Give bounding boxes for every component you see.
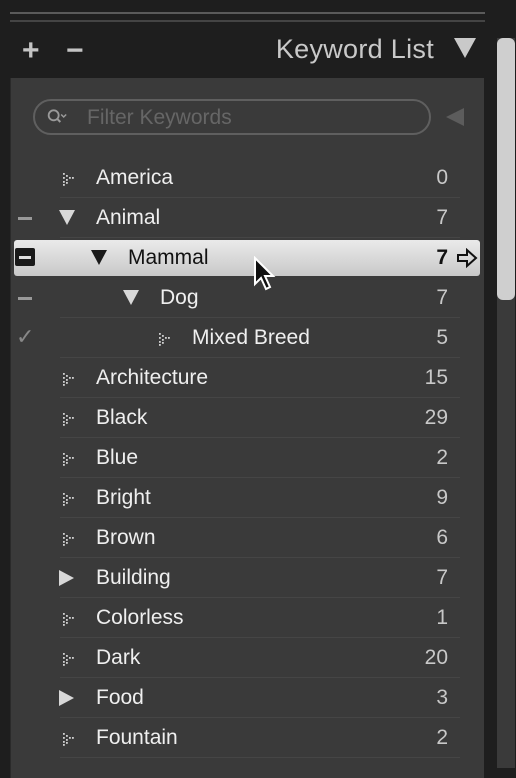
keyword-row-black[interactable]: Black 29 bbox=[0, 398, 490, 438]
keyword-name: Fountain bbox=[96, 726, 178, 749]
top-divider bbox=[10, 12, 485, 22]
keyword-tag-icon bbox=[159, 333, 170, 346]
expand-triangle-down-icon[interactable] bbox=[91, 250, 107, 265]
implied-keyword-minus-icon[interactable] bbox=[18, 217, 32, 220]
keyword-name: Blue bbox=[96, 446, 139, 469]
implied-keyword-minus-icon[interactable] bbox=[18, 297, 32, 300]
collapse-panel-icon[interactable] bbox=[446, 108, 464, 126]
keyword-count: 7 bbox=[436, 566, 448, 589]
keyword-name: Dog bbox=[160, 286, 199, 309]
keyword-name: America bbox=[96, 166, 174, 189]
expand-triangle-right-icon[interactable] bbox=[59, 570, 74, 586]
panel-title: Keyword List bbox=[275, 34, 434, 64]
keyword-row-blue[interactable]: Blue 2 bbox=[0, 438, 490, 478]
expand-triangle-down-icon[interactable] bbox=[123, 290, 139, 305]
keyword-tag-icon bbox=[63, 733, 74, 746]
keyword-tag-icon bbox=[63, 493, 74, 506]
keyword-count: 3 bbox=[436, 686, 448, 709]
filter-keywords-input[interactable] bbox=[85, 104, 419, 132]
keyword-row-america[interactable]: America 0 bbox=[0, 158, 490, 198]
keyword-name: Black bbox=[96, 406, 148, 429]
keyword-name: Dark bbox=[96, 646, 141, 669]
filter-keywords-search[interactable] bbox=[33, 99, 431, 135]
go-to-photos-arrow-icon[interactable] bbox=[456, 248, 478, 268]
keyword-count: 2 bbox=[436, 446, 448, 469]
keyword-row-colorless[interactable]: Colorless 1 bbox=[0, 598, 490, 638]
keyword-count: 9 bbox=[436, 486, 448, 509]
keyword-tag-icon bbox=[63, 173, 74, 186]
keyword-row-fountain[interactable]: Fountain 2 bbox=[0, 718, 490, 758]
keyword-name: Mixed Breed bbox=[192, 326, 310, 349]
keyword-name: Building bbox=[96, 566, 171, 589]
keyword-name: Bright bbox=[96, 486, 151, 509]
search-icon[interactable] bbox=[47, 107, 67, 127]
keyword-count: 6 bbox=[436, 526, 448, 549]
keyword-row-food[interactable]: Food 3 bbox=[0, 678, 490, 718]
keyword-count: 5 bbox=[436, 326, 448, 349]
keyword-name: Mammal bbox=[128, 246, 209, 269]
keyword-row-architecture[interactable]: Architecture 15 bbox=[0, 358, 490, 398]
keyword-row-mixed-breed[interactable]: ✓ Mixed Breed 5 bbox=[0, 318, 490, 358]
keyword-row-building[interactable]: Building 7 bbox=[0, 558, 490, 598]
keyword-count: 7 bbox=[436, 246, 448, 269]
keyword-count: 7 bbox=[436, 206, 448, 229]
expand-triangle-right-icon[interactable] bbox=[59, 690, 74, 706]
selected-row-highlight bbox=[14, 240, 480, 276]
keyword-tag-icon bbox=[63, 453, 74, 466]
keyword-tag-icon bbox=[63, 413, 74, 426]
keyword-name: Brown bbox=[96, 526, 156, 549]
keyword-row-brown[interactable]: Brown 6 bbox=[0, 518, 490, 558]
keyword-name: Animal bbox=[96, 206, 161, 229]
add-keyword-button[interactable]: + bbox=[22, 36, 40, 66]
scrollbar[interactable] bbox=[497, 38, 515, 768]
keyword-name: Colorless bbox=[96, 606, 184, 629]
keyword-name: Architecture bbox=[96, 366, 209, 389]
remove-keyword-button[interactable]: − bbox=[66, 36, 84, 66]
mouse-cursor-icon bbox=[254, 256, 276, 291]
keyword-count: 29 bbox=[424, 406, 448, 429]
keyword-row-bright[interactable]: Bright 9 bbox=[0, 478, 490, 518]
scrollbar-thumb[interactable] bbox=[497, 38, 515, 300]
keyword-row-animal[interactable]: Animal 7 bbox=[0, 198, 490, 238]
expand-triangle-down-icon[interactable] bbox=[59, 210, 75, 225]
keyword-count: 2 bbox=[436, 726, 448, 749]
keyword-count: 0 bbox=[436, 166, 448, 189]
keyword-count: 1 bbox=[436, 606, 448, 629]
keyword-row-mammal[interactable]: Mammal 7 bbox=[0, 238, 490, 278]
row-divider bbox=[60, 757, 460, 758]
keyword-tag-icon bbox=[63, 653, 74, 666]
keyword-row-dog[interactable]: Dog 7 bbox=[0, 278, 490, 318]
keyword-tag-icon bbox=[63, 373, 74, 386]
keyword-row-dark[interactable]: Dark 20 bbox=[0, 638, 490, 678]
keyword-count: 20 bbox=[424, 646, 448, 669]
keyword-tag-icon bbox=[63, 533, 74, 546]
keyword-tag-icon bbox=[63, 613, 74, 626]
keyword-name: Food bbox=[96, 686, 144, 709]
remove-keyword-box-icon[interactable] bbox=[15, 248, 35, 266]
keyword-count: 15 bbox=[424, 366, 448, 389]
keyword-count: 7 bbox=[436, 286, 448, 309]
applied-check-icon[interactable]: ✓ bbox=[16, 324, 34, 350]
panel-menu-triangle-icon[interactable] bbox=[454, 38, 476, 58]
